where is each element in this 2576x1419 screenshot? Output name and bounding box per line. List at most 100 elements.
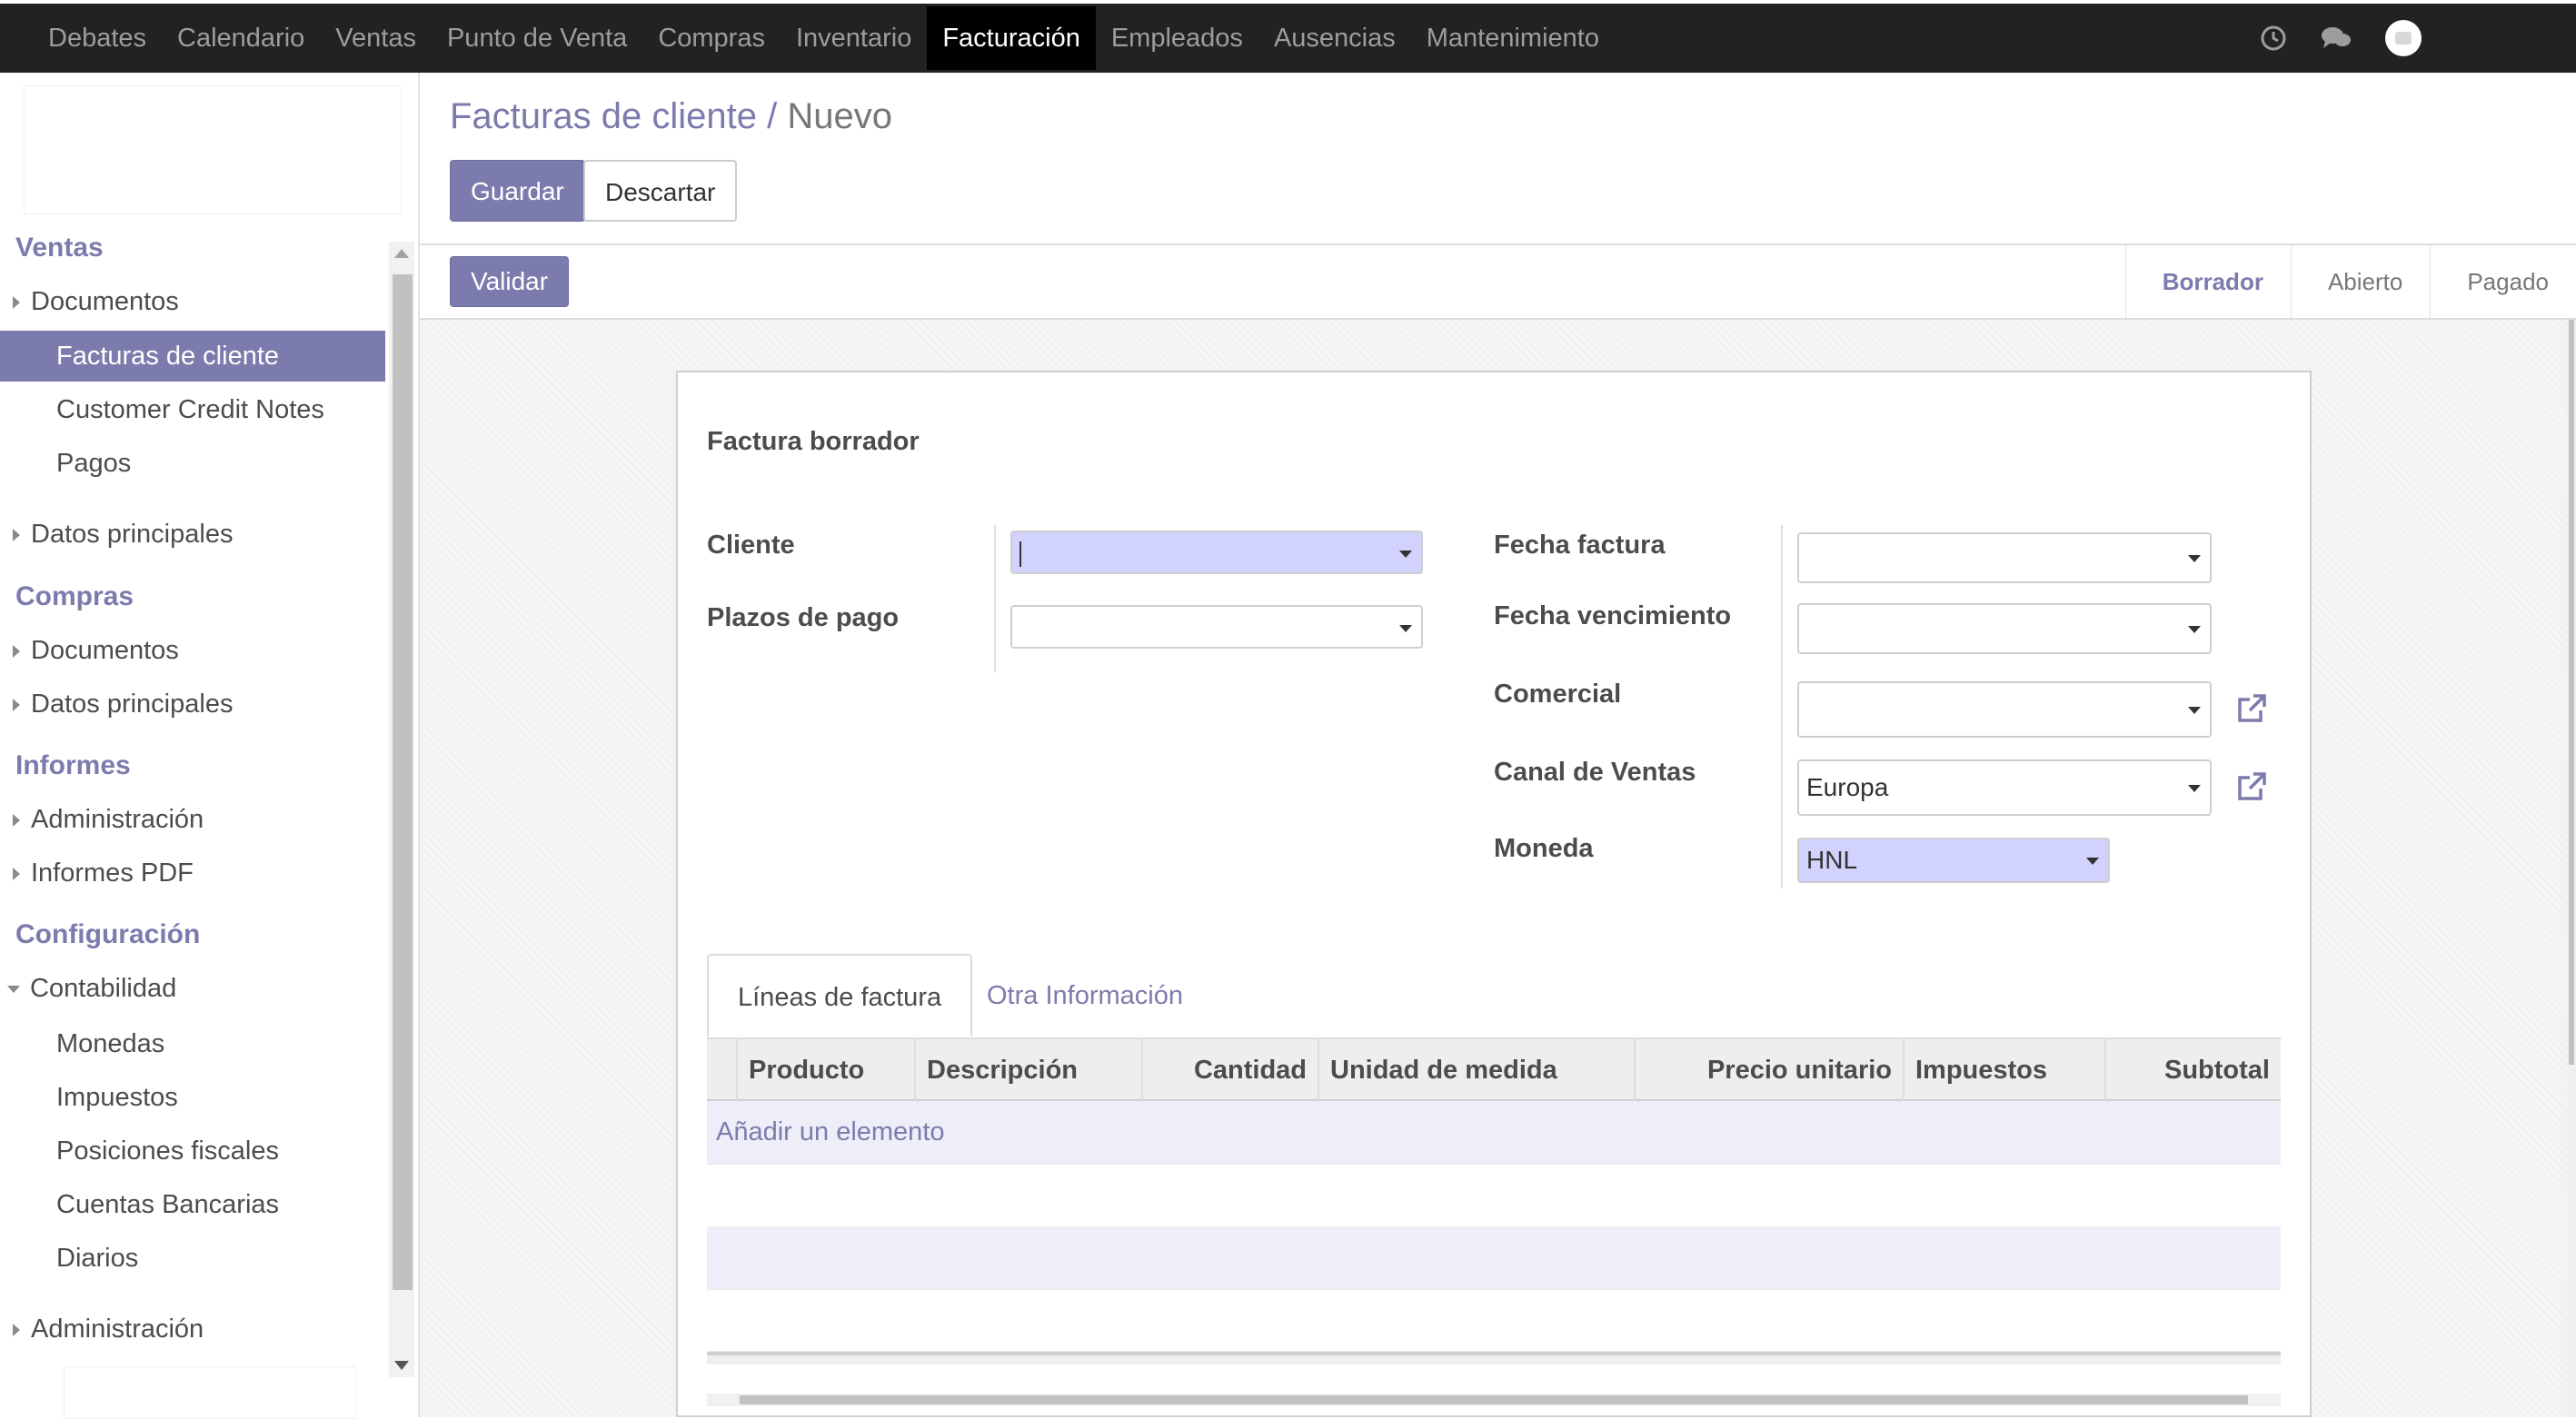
external-link-icon[interactable] (2233, 769, 2270, 805)
stage-abierto[interactable]: Abierto (2290, 245, 2430, 318)
sidebar-item-compras-documentos[interactable]: Documentos (0, 625, 385, 676)
chat-icon[interactable] (2320, 25, 2352, 52)
moneda-field[interactable]: HNL (1797, 838, 2110, 883)
fecha-vencimiento-field[interactable] (1797, 603, 2212, 654)
invoice-sheet: Factura borrador Cliente Plazos de pago … (676, 371, 2312, 1417)
caret-down-icon[interactable] (2188, 785, 2201, 792)
save-button[interactable]: Guardar (450, 160, 585, 222)
breadcrumb-parent[interactable]: Facturas de cliente (450, 96, 757, 136)
sidebar-item-label: Cuentas Bancarias (56, 1190, 280, 1219)
sidebar-item-ventas-datos-principales[interactable]: Datos principales (0, 509, 385, 560)
menu-item-calendario[interactable]: Calendario (162, 6, 320, 70)
validate-button[interactable]: Validar (450, 256, 570, 307)
invoice-title: Factura borrador (707, 427, 920, 456)
column-header-subtotal[interactable]: Subtotal (2104, 1039, 2281, 1101)
canal-de-ventas-field[interactable]: Europa (1797, 759, 2212, 816)
column-header-precio-unitario[interactable]: Precio unitario (1634, 1039, 1903, 1101)
menu-item-compras[interactable]: Compras (642, 6, 781, 70)
notebook-tabs: Líneas de factura Otra Información (707, 954, 2281, 1039)
sidebar: Ventas Documentos Facturas de cliente Cu… (0, 73, 420, 1419)
sidebar-item-config-administracion[interactable]: Administración (0, 1304, 385, 1354)
main-scrollbar[interactable] (2567, 320, 2576, 1417)
caret-down-icon[interactable] (1399, 551, 1412, 558)
column-header-descripcion[interactable]: Descripción (914, 1039, 1141, 1101)
caret-down-icon[interactable] (2086, 858, 2099, 865)
sidebar-item-monedas[interactable]: Monedas (0, 1018, 385, 1069)
sidebar-item-customer-credit-notes[interactable]: Customer Credit Notes (0, 384, 385, 435)
sidebar-item-label: Documentos (31, 287, 179, 316)
caret-right-icon (13, 529, 20, 542)
table-row (707, 1226, 2281, 1290)
scroll-down-icon[interactable] (394, 1361, 409, 1370)
menu-item-mantenimiento[interactable]: Mantenimiento (1411, 6, 1615, 70)
sidebar-item-facturas-de-cliente[interactable]: Facturas de cliente (0, 331, 385, 382)
fecha-factura-field[interactable] (1797, 532, 2212, 583)
comercial-field[interactable] (1797, 681, 2212, 738)
menu-item-ausencias[interactable]: Ausencias (1258, 6, 1411, 70)
table-row (707, 1288, 2281, 1352)
sidebar-section-informes: Informes (15, 750, 131, 780)
clock-icon[interactable] (2260, 25, 2287, 52)
main-content: Facturas de cliente / Nuevo Guardar Desc… (420, 73, 2576, 1417)
add-item-link[interactable]: Añadir un elemento (716, 1101, 945, 1163)
sidebar-item-label: Datos principales (31, 520, 234, 549)
external-link-icon[interactable] (2233, 690, 2270, 727)
sidebar-item-label: Impuestos (56, 1083, 178, 1112)
sidebar-item-cuentas-bancarias[interactable]: Cuentas Bancarias (0, 1179, 385, 1230)
plazos-de-pago-field[interactable] (1010, 605, 1423, 649)
column-header-impuestos[interactable]: Impuestos (1903, 1039, 2104, 1101)
text-cursor (1019, 541, 1021, 567)
group-separator (994, 525, 996, 672)
caret-right-icon (13, 699, 20, 712)
form-statusbar: Validar Borrador Abierto Pagado (420, 243, 2576, 320)
column-header-unidad-de-medida[interactable]: Unidad de medida (1318, 1039, 1634, 1101)
caret-down-icon[interactable] (1399, 625, 1412, 632)
sidebar-item-label: Customer Credit Notes (56, 395, 324, 424)
cliente-label: Cliente (707, 531, 795, 560)
tab-otra-informacion[interactable]: Otra Información (958, 954, 1212, 1037)
sidebar-item-label: Diarios (56, 1244, 139, 1273)
stage-pagado[interactable]: Pagado (2430, 245, 2576, 318)
caret-down-icon[interactable] (2188, 626, 2201, 633)
sidebar-item-impuestos[interactable]: Impuestos (0, 1072, 385, 1123)
canal-de-ventas-value: Europa (1806, 773, 1889, 801)
tab-lineas-de-factura[interactable]: Líneas de factura (707, 954, 973, 1037)
sidebar-item-diarios[interactable]: Diarios (0, 1233, 385, 1284)
menu-item-punto-de-venta[interactable]: Punto de Venta (432, 6, 642, 70)
sidebar-item-label: Contabilidad (30, 974, 177, 1003)
menu-item-ventas[interactable]: Ventas (320, 6, 432, 70)
group-separator (1781, 525, 1783, 888)
menu-item-empleados[interactable]: Empleados (1096, 6, 1258, 70)
sidebar-item-label: Datos principales (31, 690, 234, 719)
table-horizontal-scrollbar[interactable] (707, 1394, 2281, 1406)
caret-down-icon[interactable] (2188, 707, 2201, 714)
plazos-de-pago-label: Plazos de pago (707, 603, 900, 632)
menu-item-debates[interactable]: Debates (33, 6, 162, 70)
main-scroll-thumb[interactable] (2569, 320, 2574, 1065)
column-header-cantidad[interactable]: Cantidad (1141, 1039, 1318, 1101)
menu-item-facturacion[interactable]: Facturación (927, 6, 1096, 70)
caret-down-icon[interactable] (2188, 555, 2201, 562)
avatar-placeholder (2395, 32, 2412, 45)
sidebar-item-informes-pdf[interactable]: Informes PDF (0, 848, 385, 898)
sidebar-scrollbar[interactable] (389, 242, 414, 1377)
sidebar-item-compras-datos-principales[interactable]: Datos principales (0, 679, 385, 729)
column-header-producto[interactable]: Producto (736, 1039, 914, 1101)
sidebar-item-pagos[interactable]: Pagos (0, 438, 385, 489)
scroll-up-icon[interactable] (394, 249, 409, 258)
sidebar-scroll-thumb[interactable] (393, 274, 413, 1290)
user-avatar-icon[interactable] (2385, 20, 2422, 56)
sidebar-item-ventas-documentos[interactable]: Documentos (0, 276, 385, 327)
sidebar-item-label: Pagos (56, 449, 132, 478)
table-row (707, 1165, 2281, 1228)
cliente-field[interactable] (1010, 531, 1423, 574)
discard-button[interactable]: Descartar (583, 160, 738, 222)
table-scroll-thumb[interactable] (740, 1395, 2248, 1404)
sidebar-item-posiciones-fiscales[interactable]: Posiciones fiscales (0, 1126, 385, 1176)
stage-borrador[interactable]: Borrador (2124, 245, 2291, 318)
sidebar-item-contabilidad[interactable]: Contabilidad (0, 963, 385, 1014)
sidebar-item-informes-administracion[interactable]: Administración (0, 794, 385, 845)
menu-item-inventario[interactable]: Inventario (781, 6, 927, 70)
sidebar-item-label: Administración (31, 805, 204, 834)
sidebar-section-compras: Compras (15, 581, 134, 611)
